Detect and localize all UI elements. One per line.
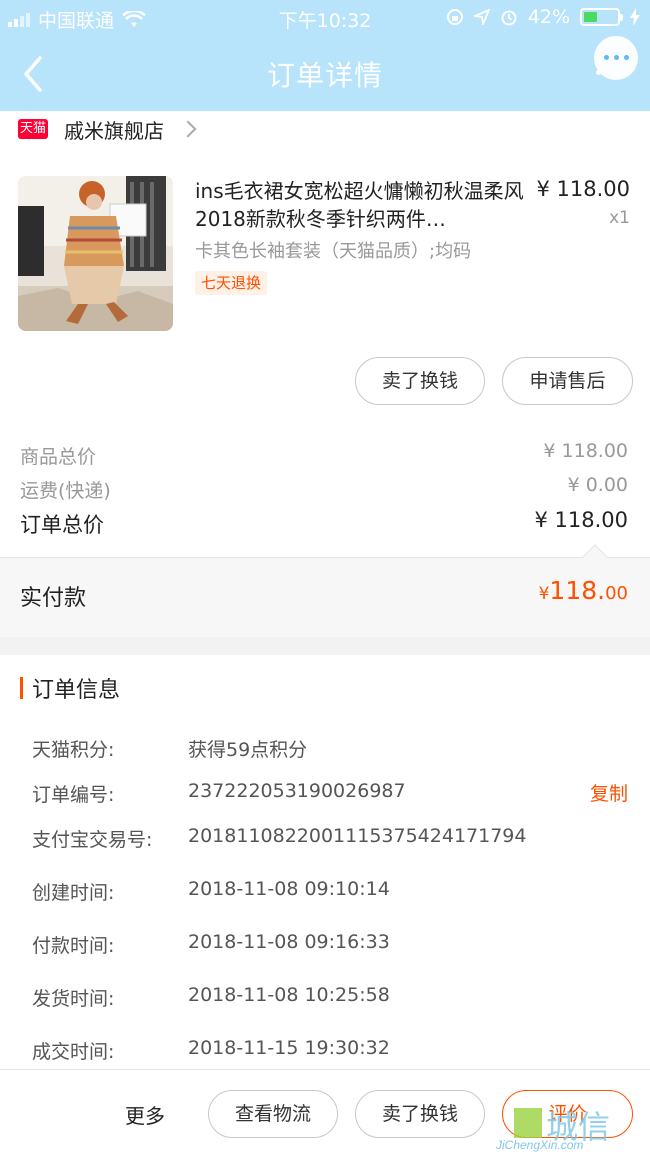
shipping-label: 运费(快递): [20, 480, 111, 502]
order-info-title: 订单信息: [32, 678, 121, 703]
watermark-logo: [514, 1108, 542, 1138]
product-quantity: x1: [609, 208, 630, 228]
store-row[interactable]: 天猫 戚米旗舰店: [0, 111, 650, 147]
after-sale-button[interactable]: 申请售后: [502, 357, 633, 405]
battery-icon: [580, 8, 623, 26]
info-label-paid: 付款时间:: [32, 935, 115, 957]
section-divider: [0, 637, 650, 655]
charging-icon: [630, 8, 640, 26]
info-label-alipay-number: 支付宝交易号:: [32, 829, 153, 851]
page-title: 订单详情: [266, 59, 383, 92]
info-value-paid: 2018-11-08 09:16:33: [188, 931, 390, 953]
info-value-completed: 2018-11-15 19:30:32: [188, 1037, 390, 1059]
paid-arrow: [582, 544, 608, 570]
order-total-label: 订单总价: [20, 513, 104, 537]
shipping-value: ¥ 0.00: [567, 474, 628, 496]
app-header: 中国联通 下午10:32 42% 订单详情: [0, 0, 650, 111]
goods-total-label: 商品总价: [20, 446, 97, 468]
watermark: 城信 JiChengXin.com: [486, 1104, 646, 1156]
tmall-logo: 天猫: [18, 119, 48, 139]
status-bar: 中国联通 下午10:32 42%: [0, 0, 650, 36]
sell-for-cash-bottom-button[interactable]: 卖了换钱: [355, 1090, 485, 1138]
info-value-alipay-number: 2018110822001115375424171794: [188, 825, 527, 847]
info-value-points: 获得59点积分: [188, 739, 308, 761]
info-value-shipped: 2018-11-08 10:25:58: [188, 984, 390, 1006]
info-value-created: 2018-11-08 09:10:14: [188, 878, 390, 900]
info-label-points: 天猫积分:: [32, 739, 115, 761]
nav-bar: 订单详情: [0, 36, 650, 111]
paid-amount-section: 实付款 ¥118.00: [0, 544, 650, 637]
info-label-order-number: 订单编号:: [32, 784, 115, 806]
order-total-value: ¥ 118.00: [534, 508, 628, 532]
paid-value: ¥118.00: [538, 576, 628, 605]
battery-percent: 42%: [527, 6, 570, 28]
product-title[interactable]: ins毛衣裙女宽松超火慵懒初秋温柔风2018新款秋冬季针织两件…: [195, 177, 530, 233]
watermark-url: JiChengXin.com: [496, 1138, 584, 1152]
store-name: 戚米旗舰店: [64, 118, 164, 143]
rotation-lock-icon: [446, 9, 463, 25]
product-image[interactable]: [18, 176, 173, 331]
more-button[interactable]: 更多: [125, 1100, 165, 1129]
location-icon: [473, 9, 490, 25]
more-menu-dots: [596, 70, 630, 78]
section-accent-bar: [20, 677, 23, 699]
product-sku: 卡其色长袖套装（天猫品质）;均码: [195, 241, 472, 262]
goods-total-value: ¥ 118.00: [543, 440, 628, 462]
seven-day-return-badge: 七天退换: [195, 271, 268, 295]
view-logistics-button[interactable]: 查看物流: [208, 1090, 338, 1138]
alarm-icon: [501, 10, 517, 26]
info-value-order-number: 237222053190026987: [188, 780, 406, 802]
chevron-right-icon: [179, 120, 197, 138]
paid-label: 实付款: [20, 586, 87, 611]
copy-button[interactable]: 复制: [590, 779, 628, 806]
sell-for-cash-button[interactable]: 卖了换钱: [355, 357, 485, 405]
info-label-shipped: 发货时间:: [32, 988, 115, 1010]
info-label-completed: 成交时间:: [32, 1041, 115, 1063]
info-label-created: 创建时间:: [32, 882, 115, 904]
product-price: ¥ 118.00: [536, 177, 630, 201]
